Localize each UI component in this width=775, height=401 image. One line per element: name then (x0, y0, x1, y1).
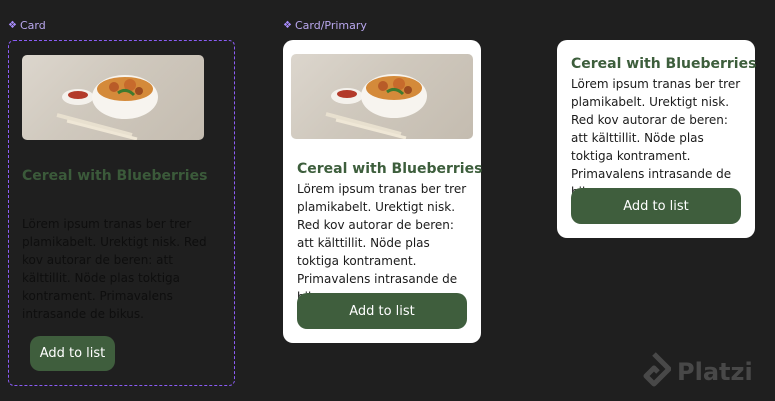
card-title: Cereal with Blueberries (22, 168, 208, 184)
component-label-text: Card (19, 19, 46, 32)
card-title: Cereal with Blueberries (571, 56, 757, 72)
card-component[interactable]: Cereal with Blueberries Lörem ipsum tran… (8, 40, 235, 386)
card-body-text: Lörem ipsum tranas ber trer plamikabelt.… (571, 77, 741, 199)
add-to-list-button[interactable]: Add to list (571, 188, 741, 224)
add-to-list-button[interactable]: Add to list (297, 293, 467, 329)
add-to-list-button[interactable]: Add to list (30, 336, 115, 371)
watermark-text: Platzi (677, 358, 753, 386)
card-primary[interactable]: Cereal with Blueberries Lörem ipsum tran… (283, 40, 483, 343)
component-icon: ❖ (283, 20, 292, 31)
component-label-card-primary: ❖ Card/Primary (283, 19, 367, 32)
food-bowl-image (22, 55, 204, 140)
card-no-image[interactable]: Cereal with Blueberries Lörem ipsum tran… (557, 40, 757, 238)
platzi-logo-icon (643, 352, 671, 387)
component-icon: ❖ (8, 20, 17, 31)
platzi-watermark: Platzi (637, 352, 753, 392)
food-bowl-image (291, 54, 473, 139)
card-body-text: Lörem ipsum tranas ber trer plamikabelt.… (22, 217, 207, 321)
card-title: Cereal with Blueberries (297, 161, 483, 177)
component-label-card: ❖ Card (8, 19, 46, 32)
card-body-text: Lörem ipsum tranas ber trer plamikabelt.… (297, 182, 467, 304)
component-label-text: Card/Primary (294, 19, 367, 32)
